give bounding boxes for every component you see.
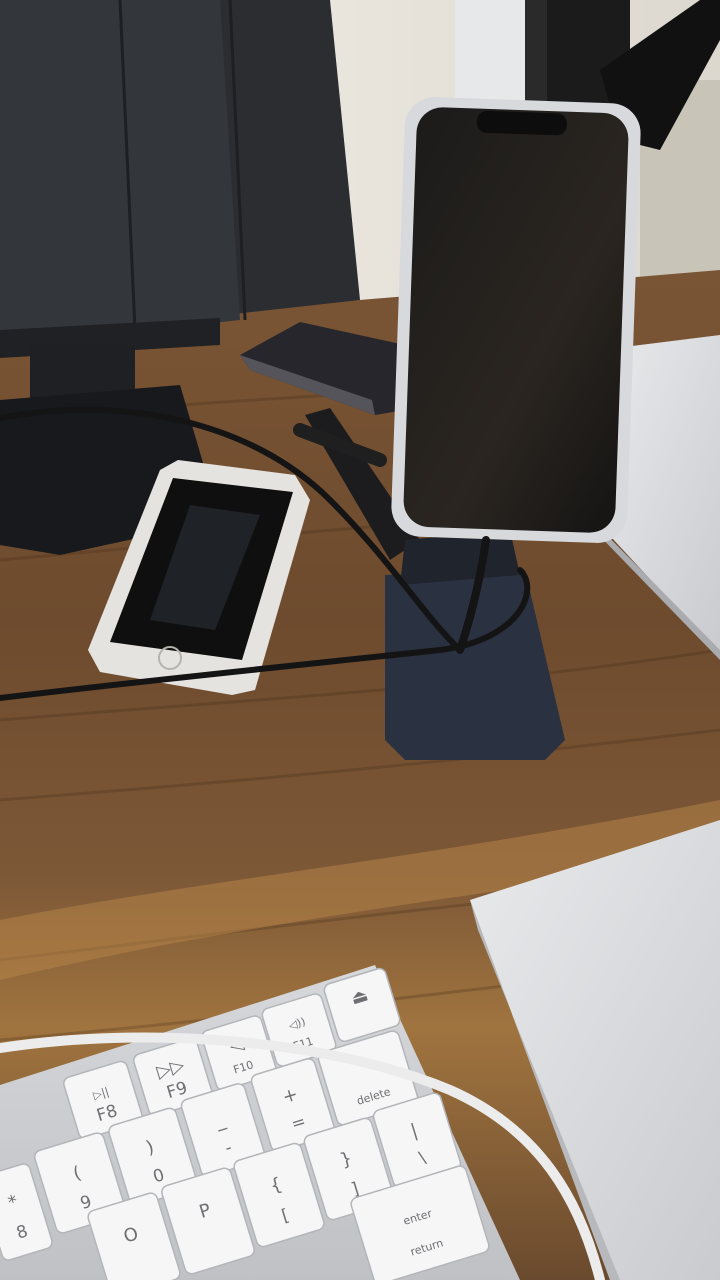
desk-photo: ⏏ ◁)) F11 ◁ F10 ▷▷ F9 ▷|| F8 delete + = _ -) 0(9 * 8 | \}]… [0,0,720,1280]
iphone-x [391,97,641,543]
